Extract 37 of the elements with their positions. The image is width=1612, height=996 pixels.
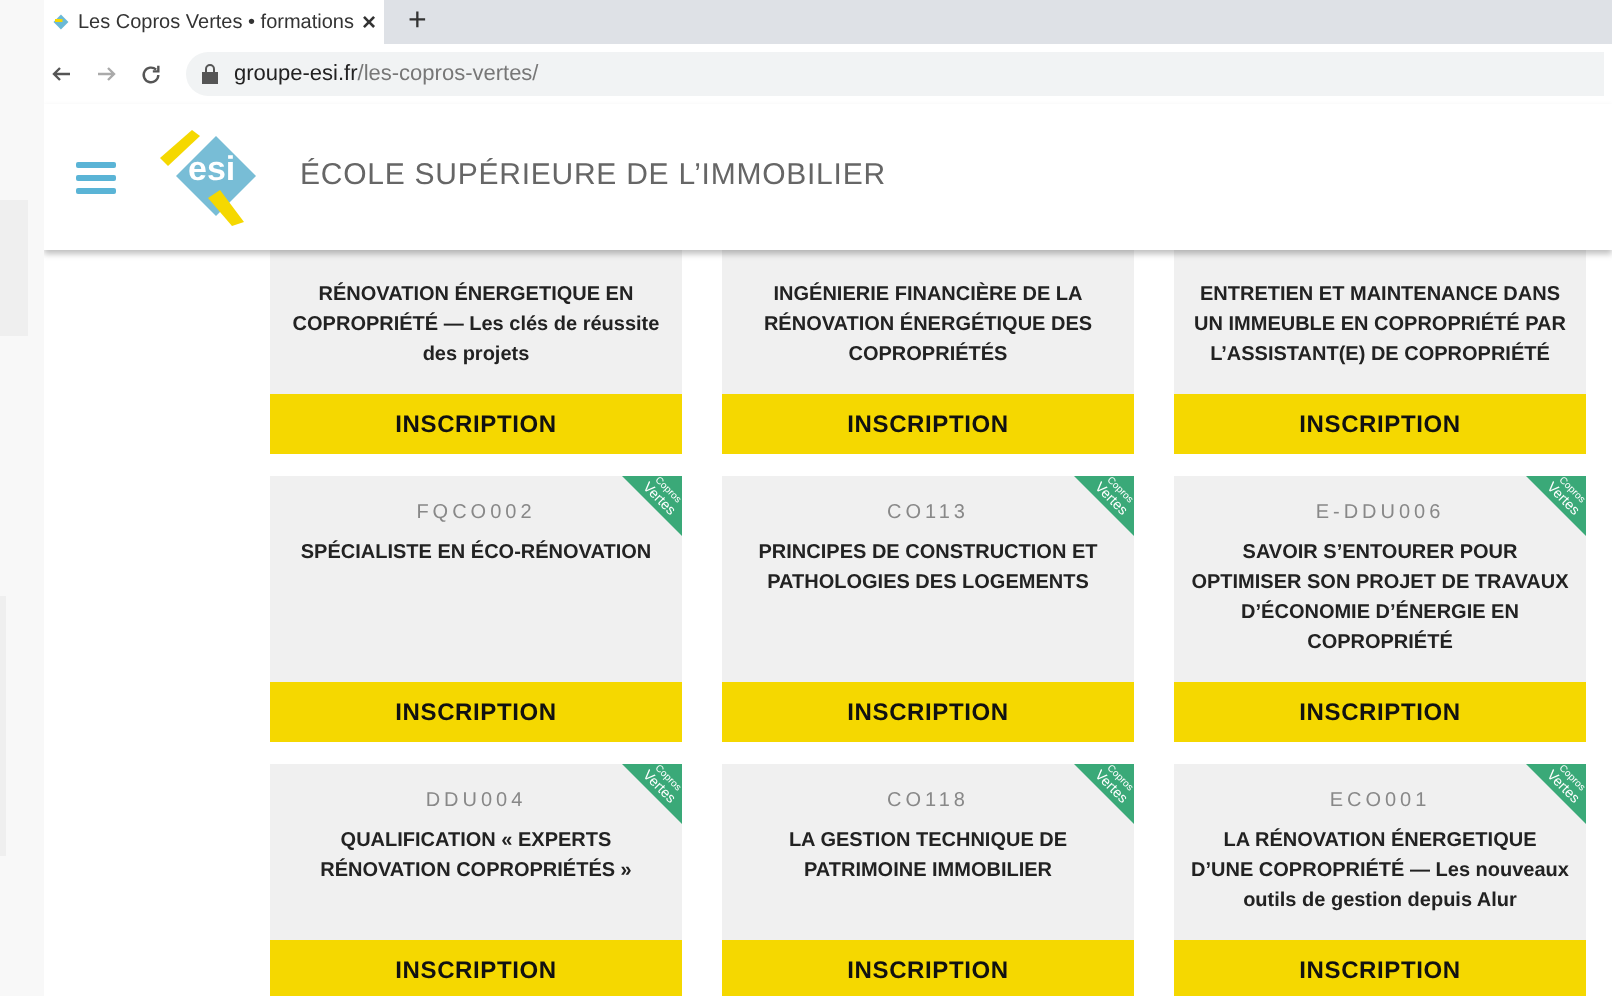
url-field[interactable]: groupe-esi.fr/les-copros-vertes/ [186,52,1604,96]
back-icon[interactable] [52,64,72,84]
inscription-button[interactable]: INSCRIPTION [270,682,682,742]
logo-text: esi [188,151,236,185]
course-title[interactable]: QUALIFICATION « EXPERTS RÉNOVATION COPROPRIÉTÉS » [286,826,666,886]
course-code: E-DDU006 [1315,500,1445,528]
close-tab-button[interactable]: × [361,4,376,40]
course-title[interactable]: LA GESTION TECHNIQUE DE PATRIMOINE IMMOBILIER [738,826,1118,886]
logo-drawing [160,129,260,225]
favicon-icon [52,10,70,34]
inscription-button[interactable]: INSCRIPTION [1174,682,1586,742]
course-title[interactable]: ENTRETIEN ET MAINTENANCE DANS UN IMMEUBLE EN COPROPRIÉTÉ PAR L’ASSISTANT(E) DE COPROPRIÉTÉ [1190,280,1570,370]
course-title[interactable]: INGÉNIERIE FINANCIÈRE DE LA RÉNOVATION ÉNERGÉTIQUE DES COPROPRIÉTÉS [738,280,1118,370]
course-code: ECO001 [1329,788,1431,816]
inscription-button[interactable]: INSCRIPTION [1174,940,1586,996]
inscription-button[interactable]: INSCRIPTION [270,940,682,996]
inscription-button[interactable]: INSCRIPTION [270,394,682,454]
inscription-button[interactable]: INSCRIPTION [1174,394,1586,454]
course-code: CO118 [887,788,969,816]
inscription-button[interactable]: INSCRIPTION [722,394,1134,454]
tab-title: Les Copros Vertes • formations [77,9,354,37]
course-code: CO113 [887,500,969,528]
lock-icon [202,64,218,84]
inscription-button[interactable]: INSCRIPTION [722,682,1134,742]
course-title[interactable]: PRINCIPES DE CONSTRUCTION ET PATHOLOGIES DES LOGEMENTS [738,538,1118,598]
course-title[interactable]: LA RÉNOVATION ÉNERGETIQUE D’UNE COPROPRIÉTÉ — Les nouveaux outils de gestion depuis Alur [1190,826,1570,916]
course-title[interactable]: SPÉCIALISTE EN ÉCO-RÉNOVATION [300,538,652,568]
course-code: DDU004 [425,788,527,816]
reload-icon[interactable] [140,63,162,85]
inscription-button[interactable]: INSCRIPTION [722,940,1134,996]
site-title: ÉCOLE SUPÉRIEURE DE L’IMMOBILIER [300,156,886,197]
course-code: FQCO002 [416,500,536,528]
url-text: groupe-esi.fr/les-copros-vertes/ [234,59,539,90]
course-title[interactable]: RÉNOVATION ÉNERGETIQUE EN COPROPRIÉTÉ — Les clés de réussite des projets [286,280,666,370]
browser-tab[interactable]: Les Copros Vertes • formations × [44,0,384,44]
new-tab-button[interactable]: + [408,6,427,38]
course-title[interactable]: SAVOIR S’ENTOURER POUR OPTIMISER SON PROJET DE TRAVAUX D’ÉCONOMIE D’ÉNERGIE EN COPROPRIÉTÉ [1190,538,1570,658]
